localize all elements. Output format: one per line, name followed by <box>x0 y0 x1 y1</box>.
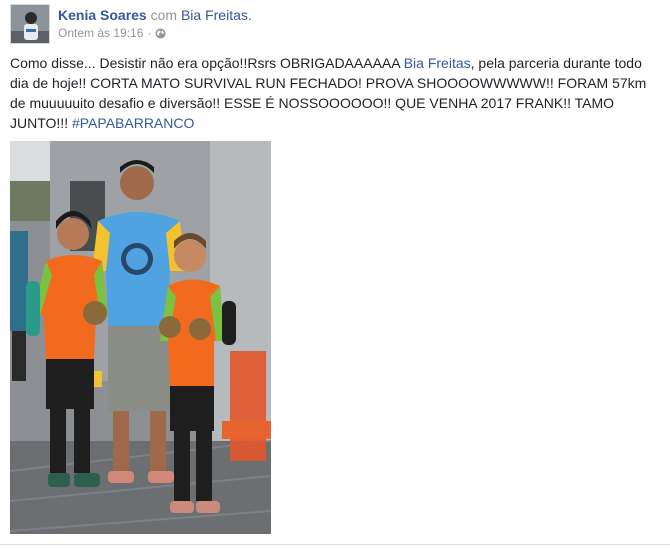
hashtag-link[interactable]: #PAPABARRANCO <box>72 115 194 131</box>
facebook-post: Kenia Soares com Bia Freitas. Ontem às 1… <box>0 0 670 548</box>
post-meta: Ontem às 19:16 · <box>58 26 166 40</box>
post-text: Como disse... Desistir não era opção!!Rs… <box>10 53 660 133</box>
tagged-user[interactable]: Bia Freitas. <box>181 7 252 23</box>
avatar[interactable] <box>10 4 50 44</box>
author-name[interactable]: Kenia Soares <box>58 7 147 23</box>
photo-runners-with-medals <box>10 141 271 534</box>
avatar-photo <box>11 5 49 43</box>
post-photo[interactable] <box>10 141 271 534</box>
globe-icon[interactable] <box>155 28 166 39</box>
with-word: com <box>150 7 178 23</box>
meta-separator: · <box>147 26 152 40</box>
mention-link[interactable]: Bia Freitas <box>404 55 471 71</box>
post-text-part1: Como disse... Desistir não era opção!!Rs… <box>10 55 404 71</box>
post-divider <box>0 544 670 545</box>
post-header: Kenia Soares com Bia Freitas. <box>58 7 252 23</box>
timestamp[interactable]: Ontem às 19:16 <box>58 26 143 40</box>
